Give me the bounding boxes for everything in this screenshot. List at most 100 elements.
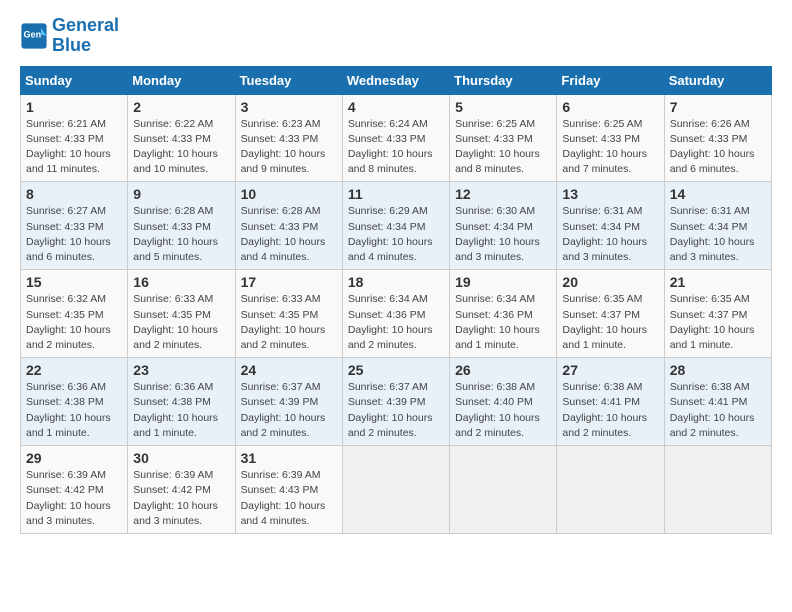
day-number: 16 xyxy=(133,274,229,290)
day-info: Sunrise: 6:31 AMSunset: 4:34 PMDaylight:… xyxy=(670,204,766,265)
day-number: 13 xyxy=(562,186,658,202)
day-info: Sunrise: 6:21 AMSunset: 4:33 PMDaylight:… xyxy=(26,117,122,178)
day-number: 11 xyxy=(348,186,444,202)
calendar-cell: 5 Sunrise: 6:25 AMSunset: 4:33 PMDaylight… xyxy=(450,94,557,182)
day-info: Sunrise: 6:35 AMSunset: 4:37 PMDaylight:… xyxy=(670,292,766,353)
day-number: 7 xyxy=(670,99,766,115)
day-number: 2 xyxy=(133,99,229,115)
calendar-cell: 1 Sunrise: 6:21 AMSunset: 4:33 PMDaylight… xyxy=(21,94,128,182)
calendar-cell: 14 Sunrise: 6:31 AMSunset: 4:34 PMDayligh… xyxy=(664,182,771,270)
day-info: Sunrise: 6:22 AMSunset: 4:33 PMDaylight:… xyxy=(133,117,229,178)
day-number: 25 xyxy=(348,362,444,378)
calendar-cell: 13 Sunrise: 6:31 AMSunset: 4:34 PMDayligh… xyxy=(557,182,664,270)
day-info: Sunrise: 6:34 AMSunset: 4:36 PMDaylight:… xyxy=(455,292,551,353)
day-number: 9 xyxy=(133,186,229,202)
day-number: 4 xyxy=(348,99,444,115)
day-info: Sunrise: 6:33 AMSunset: 4:35 PMDaylight:… xyxy=(241,292,337,353)
day-info: Sunrise: 6:30 AMSunset: 4:34 PMDaylight:… xyxy=(455,204,551,265)
svg-text:Gen: Gen xyxy=(24,29,42,39)
logo-icon: Gen xyxy=(20,22,48,50)
day-info: Sunrise: 6:38 AMSunset: 4:40 PMDaylight:… xyxy=(455,380,551,441)
calendar-cell: 11 Sunrise: 6:29 AMSunset: 4:34 PMDayligh… xyxy=(342,182,449,270)
calendar-cell: 22 Sunrise: 6:36 AMSunset: 4:38 PMDayligh… xyxy=(21,358,128,446)
day-header-thursday: Thursday xyxy=(450,66,557,94)
logo-subtext: Blue xyxy=(52,36,119,56)
day-number: 27 xyxy=(562,362,658,378)
calendar-cell: 19Sunrise: 6:34 AMSunset: 4:36 PMDayligh… xyxy=(450,270,557,358)
day-info: Sunrise: 6:28 AMSunset: 4:33 PMDaylight:… xyxy=(133,204,229,265)
day-info: Sunrise: 6:37 AMSunset: 4:39 PMDaylight:… xyxy=(241,380,337,441)
calendar-week-row: 1 Sunrise: 6:21 AMSunset: 4:33 PMDaylight… xyxy=(21,94,772,182)
day-info: Sunrise: 6:39 AMSunset: 4:42 PMDaylight:… xyxy=(133,468,229,529)
day-info: Sunrise: 6:24 AMSunset: 4:33 PMDaylight:… xyxy=(348,117,444,178)
day-info: Sunrise: 6:38 AMSunset: 4:41 PMDaylight:… xyxy=(562,380,658,441)
day-number: 8 xyxy=(26,186,122,202)
day-info: Sunrise: 6:36 AMSunset: 4:38 PMDaylight:… xyxy=(26,380,122,441)
day-headers-row: SundayMondayTuesdayWednesdayThursdayFrid… xyxy=(21,66,772,94)
calendar-cell: 4 Sunrise: 6:24 AMSunset: 4:33 PMDaylight… xyxy=(342,94,449,182)
day-number: 14 xyxy=(670,186,766,202)
calendar-cell: 7 Sunrise: 6:26 AMSunset: 4:33 PMDaylight… xyxy=(664,94,771,182)
day-info: Sunrise: 6:26 AMSunset: 4:33 PMDaylight:… xyxy=(670,117,766,178)
day-number: 31 xyxy=(241,450,337,466)
calendar-cell: 25Sunrise: 6:37 AMSunset: 4:39 PMDayligh… xyxy=(342,358,449,446)
day-info: Sunrise: 6:29 AMSunset: 4:34 PMDaylight:… xyxy=(348,204,444,265)
calendar-cell: 12 Sunrise: 6:30 AMSunset: 4:34 PMDayligh… xyxy=(450,182,557,270)
day-number: 5 xyxy=(455,99,551,115)
day-number: 1 xyxy=(26,99,122,115)
day-header-friday: Friday xyxy=(557,66,664,94)
calendar-cell: 24 Sunrise: 6:37 AMSunset: 4:39 PMDayligh… xyxy=(235,358,342,446)
calendar-cell: 6Sunrise: 6:25 AMSunset: 4:33 PMDaylight… xyxy=(557,94,664,182)
calendar-cell xyxy=(557,446,664,534)
day-info: Sunrise: 6:25 AMSunset: 4:33 PMDaylight:… xyxy=(455,117,551,178)
calendar-cell: 28 Sunrise: 6:38 AMSunset: 4:41 PMDayligh… xyxy=(664,358,771,446)
calendar-cell: 10 Sunrise: 6:28 AMSunset: 4:33 PMDayligh… xyxy=(235,182,342,270)
calendar-cell xyxy=(664,446,771,534)
day-header-tuesday: Tuesday xyxy=(235,66,342,94)
day-number: 6 xyxy=(562,99,658,115)
calendar-cell: 21 Sunrise: 6:35 AMSunset: 4:37 PMDayligh… xyxy=(664,270,771,358)
calendar-cell: 16 Sunrise: 6:33 AMSunset: 4:35 PMDayligh… xyxy=(128,270,235,358)
day-header-sunday: Sunday xyxy=(21,66,128,94)
page-header: Gen General Blue xyxy=(20,16,772,56)
calendar-cell: 18 Sunrise: 6:34 AMSunset: 4:36 PMDayligh… xyxy=(342,270,449,358)
day-number: 22 xyxy=(26,362,122,378)
logo: Gen General Blue xyxy=(20,16,119,56)
calendar-cell: 27 Sunrise: 6:38 AMSunset: 4:41 PMDayligh… xyxy=(557,358,664,446)
calendar-cell: 17Sunrise: 6:33 AMSunset: 4:35 PMDayligh… xyxy=(235,270,342,358)
calendar-cell: 29Sunrise: 6:39 AMSunset: 4:42 PMDayligh… xyxy=(21,446,128,534)
day-number: 18 xyxy=(348,274,444,290)
logo-text: General xyxy=(52,16,119,36)
day-number: 12 xyxy=(455,186,551,202)
day-number: 28 xyxy=(670,362,766,378)
calendar-cell: 30 Sunrise: 6:39 AMSunset: 4:42 PMDayligh… xyxy=(128,446,235,534)
day-number: 20 xyxy=(562,274,658,290)
day-info: Sunrise: 6:28 AMSunset: 4:33 PMDaylight:… xyxy=(241,204,337,265)
day-number: 21 xyxy=(670,274,766,290)
calendar-cell: 23Sunrise: 6:36 AMSunset: 4:38 PMDayligh… xyxy=(128,358,235,446)
calendar-week-row: 29 Sunrise: 6:39 AMSunset: 4:42 PMDayligh… xyxy=(21,446,772,534)
day-header-wednesday: Wednesday xyxy=(342,66,449,94)
calendar-cell: 15 Sunrise: 6:32 AMSunset: 4:35 PMDayligh… xyxy=(21,270,128,358)
day-info: Sunrise: 6:23 AMSunset: 4:33 PMDaylight:… xyxy=(241,117,337,178)
day-header-monday: Monday xyxy=(128,66,235,94)
day-info: Sunrise: 6:27 AMSunset: 4:33 PMDaylight:… xyxy=(26,204,122,265)
day-info: Sunrise: 6:38 AMSunset: 4:41 PMDaylight:… xyxy=(670,380,766,441)
day-number: 29 xyxy=(26,450,122,466)
day-info: Sunrise: 6:33 AMSunset: 4:35 PMDaylight:… xyxy=(133,292,229,353)
day-number: 30 xyxy=(133,450,229,466)
day-info: Sunrise: 6:31 AMSunset: 4:34 PMDaylight:… xyxy=(562,204,658,265)
day-number: 15 xyxy=(26,274,122,290)
day-info: Sunrise: 6:34 AMSunset: 4:36 PMDaylight:… xyxy=(348,292,444,353)
calendar-cell xyxy=(450,446,557,534)
calendar-cell: 31 Sunrise: 6:39 AMSunset: 4:43 PMDayligh… xyxy=(235,446,342,534)
day-number: 24 xyxy=(241,362,337,378)
calendar-cell: 8 Sunrise: 6:27 AMSunset: 4:33 PMDaylight… xyxy=(21,182,128,270)
day-info: Sunrise: 6:32 AMSunset: 4:35 PMDaylight:… xyxy=(26,292,122,353)
day-number: 10 xyxy=(241,186,337,202)
calendar-week-row: 15 Sunrise: 6:32 AMSunset: 4:35 PMDayligh… xyxy=(21,270,772,358)
day-info: Sunrise: 6:39 AMSunset: 4:43 PMDaylight:… xyxy=(241,468,337,529)
day-info: Sunrise: 6:35 AMSunset: 4:37 PMDaylight:… xyxy=(562,292,658,353)
calendar-cell: 20 Sunrise: 6:35 AMSunset: 4:37 PMDayligh… xyxy=(557,270,664,358)
calendar-cell: 9 Sunrise: 6:28 AMSunset: 4:33 PMDaylight… xyxy=(128,182,235,270)
